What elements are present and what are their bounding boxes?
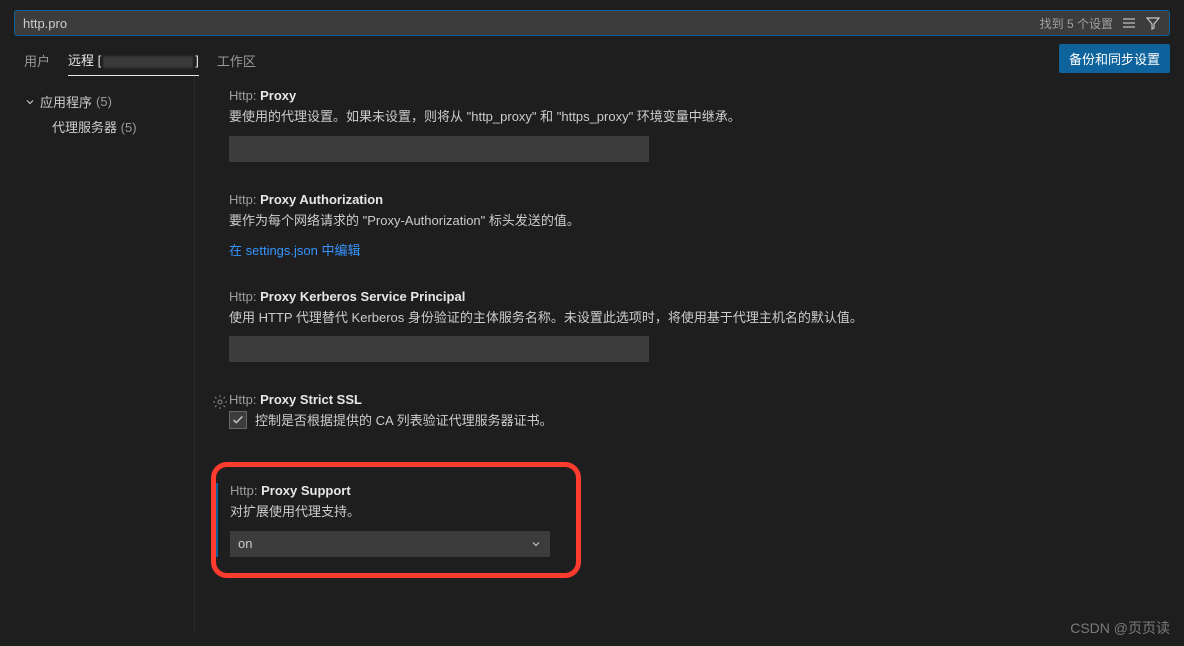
watermark: CSDN @页页读 — [1070, 618, 1170, 638]
strict-ssl-checkbox[interactable] — [229, 411, 247, 429]
setting-http-proxy: Http: Proxy 要使用的代理设置。如果未设置，则将从 "http_pro… — [229, 88, 1029, 162]
highlighted-setting: Http: Proxy Support 对扩展使用代理支持。 on — [211, 462, 581, 578]
settings-sidebar: 应用程序 (5) 代理服务器 (5) — [0, 76, 195, 632]
setting-description: 控制是否根据提供的 CA 列表验证代理服务器证书。 — [255, 411, 553, 432]
gear-icon[interactable] — [212, 394, 228, 413]
sidebar-item-proxy[interactable]: 代理服务器 (5) — [24, 113, 194, 136]
http-proxy-input[interactable] — [229, 136, 649, 162]
backup-sync-settings-button[interactable]: 备份和同步设置 — [1059, 44, 1170, 73]
list-icon[interactable] — [1121, 15, 1137, 31]
setting-category: Http: — [229, 192, 256, 207]
check-icon — [231, 413, 245, 427]
settings-search-input[interactable] — [23, 16, 1040, 31]
setting-description: 要使用的代理设置。如果未设置，则将从 "http_proxy" 和 "https… — [229, 107, 1029, 128]
settings-search-bar: 找到 5 个设置 — [14, 10, 1170, 36]
tab-remote-name-redacted — [103, 56, 193, 68]
tab-user[interactable]: 用户 — [24, 51, 50, 76]
setting-description: 使用 HTTP 代理替代 Kerberos 身份验证的主体服务名称。未设置此选项… — [229, 308, 1029, 329]
settings-main: Http: Proxy 要使用的代理设置。如果未设置，则将从 "http_pro… — [195, 76, 1184, 632]
setting-category: Http: — [229, 289, 256, 304]
setting-http-proxy-strict-ssl: Http: Proxy Strict SSL 控制是否根据提供的 CA 列表验证… — [229, 392, 1029, 432]
setting-category: Http: — [229, 392, 256, 407]
search-result-count: 找到 5 个设置 — [1040, 15, 1113, 32]
tab-remote-prefix: 远程 [ — [68, 53, 101, 68]
tab-workspace[interactable]: 工作区 — [217, 51, 256, 76]
setting-name: Proxy Kerberos Service Principal — [260, 289, 465, 304]
sidebar-item-application[interactable]: 应用程序 (5) — [24, 90, 194, 113]
setting-description: 要作为每个网络请求的 "Proxy-Authorization" 标头发送的值。 — [229, 211, 1029, 232]
setting-name: Proxy Authorization — [260, 192, 383, 207]
tab-remote[interactable]: 远程 [] — [68, 50, 199, 76]
setting-http-proxy-kerberos: Http: Proxy Kerberos Service Principal 使… — [229, 289, 1029, 363]
select-value: on — [238, 536, 252, 551]
settings-scope-tabs: 用户 远程 [] 工作区 备份和同步设置 — [0, 36, 1184, 76]
sidebar-child-label: 代理服务器 — [52, 120, 117, 135]
edit-in-settings-json-link[interactable]: 在 settings.json 中编辑 — [229, 243, 361, 258]
filter-icon[interactable] — [1145, 15, 1161, 31]
setting-category: Http: — [230, 483, 257, 498]
setting-name: Proxy Support — [261, 483, 351, 498]
sidebar-parent-label: 应用程序 — [40, 92, 92, 111]
sidebar-child-count: (5) — [121, 120, 137, 135]
tab-remote-suffix: ] — [195, 53, 199, 68]
setting-description: 对扩展使用代理支持。 — [230, 502, 564, 523]
chevron-down-icon — [24, 96, 36, 108]
setting-name: Proxy Strict SSL — [260, 392, 362, 407]
sidebar-parent-count: (5) — [96, 94, 112, 109]
http-proxy-kerberos-input[interactable] — [229, 336, 649, 362]
setting-name: Proxy — [260, 88, 296, 103]
setting-category: Http: — [229, 88, 256, 103]
chevron-down-icon — [530, 538, 542, 550]
proxy-support-select[interactable]: on — [230, 531, 550, 557]
setting-http-proxy-authorization: Http: Proxy Authorization 要作为每个网络请求的 "Pr… — [229, 192, 1029, 259]
